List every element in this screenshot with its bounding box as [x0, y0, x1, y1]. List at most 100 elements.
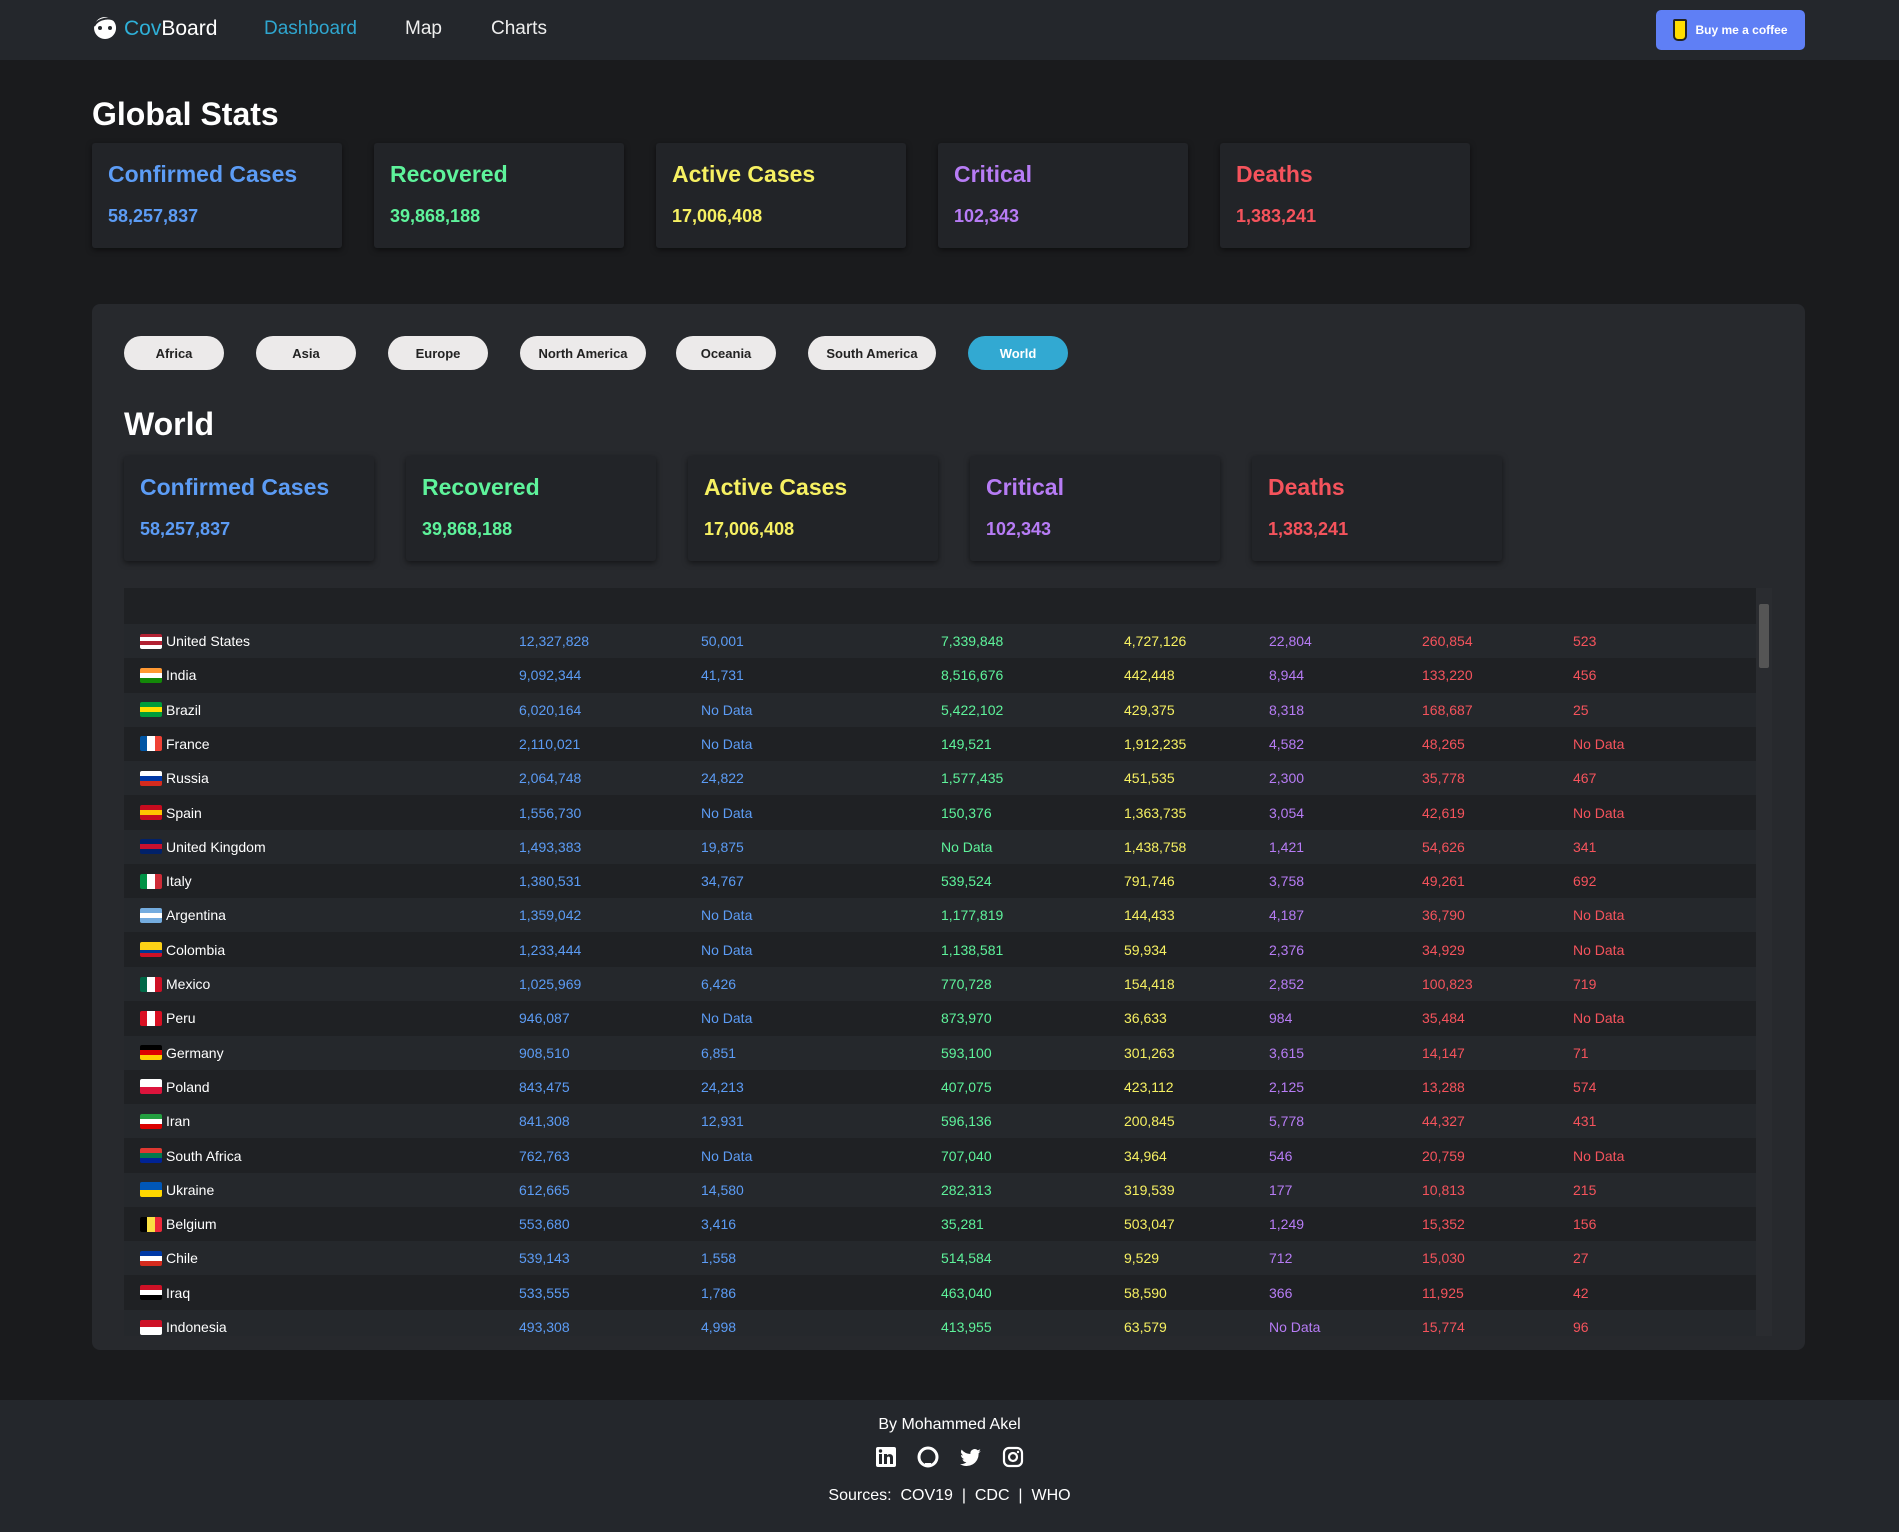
flag-icon: [140, 1319, 162, 1335]
cell-value: 8,944: [1269, 667, 1305, 684]
cell-value: 36,633: [1124, 1010, 1167, 1027]
cell-value: 8,318: [1269, 701, 1305, 718]
brand-logo[interactable]: Cov Board: [92, 14, 217, 44]
recovered-card: Recovered 39,868,188: [374, 143, 624, 248]
cell-value: 4,998: [701, 1319, 737, 1335]
table-row[interactable]: Poland 843,475 24,213 407,075 423,112 2,125 13…: [124, 1070, 1756, 1104]
table-row[interactable]: Russia 2,064,748 24,822 1,577,435 451,535 2,3…: [124, 761, 1756, 796]
cell-value: 49,261: [1422, 873, 1465, 890]
table-row[interactable]: Mexico 1,025,969 6,426 770,728 154,418 2,852 1…: [124, 967, 1756, 1001]
flag-icon: [140, 1216, 162, 1232]
table-row[interactable]: Iran 841,308 12,931 596,136 200,845 5,778 44,3…: [124, 1104, 1756, 1139]
cell-value: 36,790: [1422, 907, 1465, 924]
cell-value: 24,822: [701, 770, 744, 787]
cell-value: 1,359,042: [519, 907, 582, 924]
countries-table: United States 12,327,828 50,001 7,339,848 4,…: [124, 588, 1772, 1336]
table-row[interactable]: United States 12,327,828 50,001 7,339,848 4,…: [124, 624, 1756, 658]
table-row[interactable]: Indonesia 493,308 4,998 413,955 63,579 No Dat…: [124, 1310, 1756, 1336]
github-icon[interactable]: [917, 1446, 939, 1468]
nav-map[interactable]: Map: [405, 18, 442, 40]
region-pill-asia[interactable]: Asia: [256, 336, 356, 370]
table-row[interactable]: Iraq 533,555 1,786 463,040 58,590 366 11,925 42: [124, 1276, 1756, 1310]
cell-value: 24,213: [701, 1078, 744, 1095]
table-row[interactable]: Colombia 1,233,444 No Data 1,138,581 59,934 2…: [124, 933, 1756, 967]
table-row[interactable]: Argentina 1,359,042 No Data 1,177,819 144,43…: [124, 898, 1756, 933]
card-value: 102,343: [954, 206, 1020, 226]
table-row[interactable]: Belgium 553,680 3,416 35,281 503,047 1,249 15,…: [124, 1207, 1756, 1241]
region-pill-south-america[interactable]: South America: [808, 336, 936, 370]
flag-icon: [140, 1113, 162, 1129]
cell-value: No Data: [701, 941, 753, 958]
cell-value: 50,001: [701, 633, 744, 649]
table-row[interactable]: Germany 908,510 6,851 593,100 301,263 3,615 14…: [124, 1035, 1756, 1070]
nav-charts[interactable]: Charts: [491, 18, 547, 40]
global-stats-title: Global Stats: [92, 96, 279, 132]
cell-value: 539,524: [941, 873, 992, 890]
flag-icon: [140, 702, 162, 718]
cell-value: 34,767: [701, 873, 744, 890]
source-who-link[interactable]: WHO: [1031, 1487, 1070, 1504]
instagram-icon[interactable]: [1002, 1446, 1024, 1468]
region-pill-oceania[interactable]: Oceania: [676, 336, 776, 370]
country-name: Chile: [166, 1250, 198, 1267]
table-row[interactable]: Italy 1,380,531 34,767 539,524 791,746 3,758 4…: [124, 864, 1756, 898]
region-pill-africa[interactable]: Africa: [124, 336, 224, 370]
cell-value: 34,929: [1422, 941, 1465, 958]
cell-value: 14,147: [1422, 1044, 1465, 1061]
sources-line: Sources: COV19 | CDC | WHO: [828, 1487, 1071, 1504]
confirmed-card: Confirmed Cases 58,257,837: [124, 456, 374, 561]
cell-value: 3,758: [1269, 873, 1305, 890]
cell-value: 1,380,531: [519, 873, 582, 890]
brand-name-part: Cov: [124, 17, 162, 40]
scrollbar-thumb[interactable]: [1759, 604, 1769, 668]
country-name: India: [166, 667, 197, 684]
cell-value: 96: [1573, 1319, 1589, 1335]
country-name: United States: [166, 633, 251, 649]
cell-value: 177: [1269, 1181, 1293, 1198]
country-name: Brazil: [166, 701, 202, 718]
cell-value: No Data: [1573, 804, 1625, 821]
cell-value: 7,339,848: [941, 633, 1004, 649]
table-row[interactable]: Ukraine 612,665 14,580 282,313 319,539 177 10,…: [124, 1172, 1756, 1207]
cell-value: 553,680: [519, 1216, 570, 1233]
region-pill-europe[interactable]: Europe: [388, 336, 488, 370]
table-row[interactable]: Peru 946,087 No Data 873,970 36,633 984 35,484…: [124, 1001, 1756, 1035]
linkedin-icon[interactable]: [875, 1446, 897, 1468]
confirmed-card: Confirmed Cases 58,257,837: [92, 143, 342, 248]
cell-value: 712: [1269, 1250, 1293, 1267]
nav-dashboard[interactable]: Dashboard: [264, 18, 357, 40]
cell-value: 6,851: [701, 1044, 737, 1061]
source-cov19-link[interactable]: COV19: [900, 1487, 952, 1504]
cell-value: 1,556,730: [519, 804, 582, 821]
cell-value: 150,376: [941, 804, 992, 821]
table-row[interactable]: France 2,110,021 No Data 149,521 1,912,235 4,…: [124, 727, 1756, 761]
cell-value: 27: [1573, 1250, 1589, 1267]
flag-icon: [140, 667, 162, 683]
card-value: 17,006,408: [672, 206, 763, 226]
flag-icon: [140, 736, 162, 752]
table-row[interactable]: Brazil 6,020,164 No Data 5,422,102 429,375 8,…: [124, 692, 1756, 727]
cell-value: No Data: [701, 735, 753, 752]
table-row[interactable]: Spain 1,556,730 No Data 150,376 1,363,735 3,0…: [124, 796, 1756, 830]
cell-value: 762,763: [519, 1147, 570, 1164]
table-row[interactable]: United Kingdom 1,493,383 19,875 No Data 1,43…: [124, 829, 1756, 864]
buy-me-a-coffee-button[interactable]: Buy me a coffee: [1656, 10, 1805, 50]
table-scrollbar[interactable]: [1756, 588, 1772, 1336]
twitter-icon[interactable]: [959, 1446, 982, 1468]
cell-value: No Data: [701, 1147, 753, 1164]
author-credit: By Mohammed Akel: [878, 1416, 1021, 1433]
table-row[interactable]: India 9,092,344 41,731 8,516,676 442,448 8,94…: [124, 658, 1756, 692]
card-label: Critical: [954, 161, 1032, 187]
cell-value: 770,728: [941, 976, 992, 992]
source-cdc-link[interactable]: CDC: [975, 1487, 1010, 1504]
region-pill-north-america[interactable]: North America: [520, 336, 646, 370]
table-row[interactable]: South Africa 762,763 No Data 707,040 34,964 5…: [124, 1139, 1756, 1173]
cell-value: 63,579: [1124, 1319, 1167, 1335]
cell-value: 463,040: [941, 1284, 992, 1301]
region-pill-world[interactable]: World: [968, 336, 1068, 370]
cell-value: 25: [1573, 701, 1589, 718]
cell-value: 413,955: [941, 1319, 992, 1335]
table-row[interactable]: Chile 539,143 1,558 514,584 9,529 712 15,030 27: [124, 1241, 1756, 1276]
cell-value: 6,426: [701, 976, 737, 992]
coffee-cup-icon: [1673, 19, 1688, 41]
